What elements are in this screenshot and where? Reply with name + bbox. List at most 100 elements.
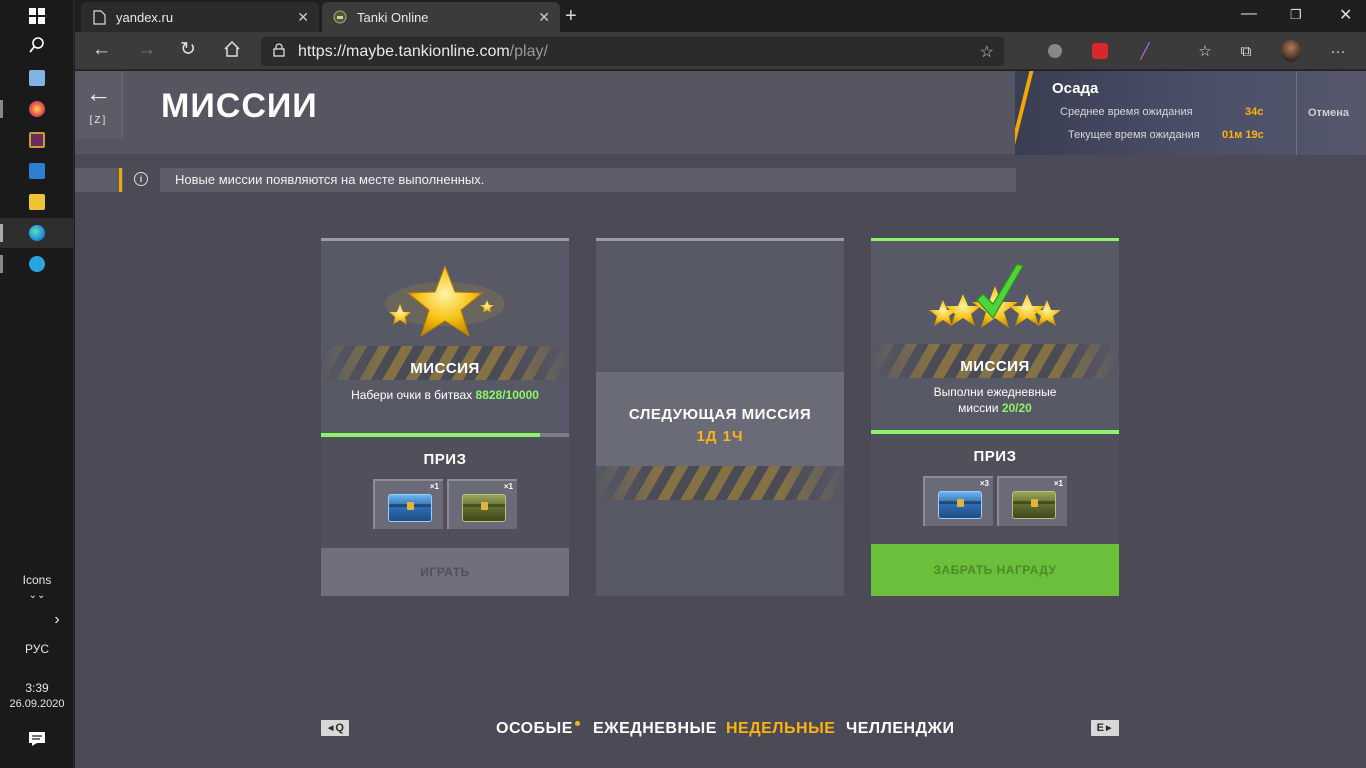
restore-icon[interactable]: ❐ <box>1290 7 1302 23</box>
refresh-icon[interactable]: ↻ <box>180 40 196 60</box>
battle-queue-panel: Осада Среднее время ожидания 34с Текущее… <box>1015 71 1366 155</box>
mission-description: Выполни ежедневные миссии 20/20 <box>871 384 1119 416</box>
extension-pen-icon[interactable]: ╱ <box>1135 41 1155 61</box>
search-icon[interactable] <box>0 30 74 60</box>
queue-cancel-button[interactable]: Отмена <box>1308 107 1349 119</box>
new-indicator-dot <box>574 721 580 726</box>
tab-yandex[interactable]: yandex.ru ✕ <box>81 2 319 32</box>
windows-start-icon[interactable] <box>0 1 74 31</box>
prev-key: Q <box>335 722 344 734</box>
avg-wait-label: Среднее время ожидания <box>1060 106 1193 118</box>
hazard-stripes <box>596 466 844 500</box>
tab-title: Tanki Online <box>357 9 429 25</box>
language-indicator[interactable]: РУС <box>0 642 74 656</box>
next-key: E <box>1096 722 1104 734</box>
paint-icon[interactable] <box>0 94 74 124</box>
tanki-online-icon <box>332 9 348 25</box>
minimize-icon[interactable]: — <box>1241 5 1257 23</box>
clock-time[interactable]: 3:39 <box>0 681 74 695</box>
info-bar: i Новые миссии появляются на месте выпол… <box>75 168 1016 192</box>
avg-wait-value: 34с <box>1245 106 1264 118</box>
back-button[interactable]: ← [Z] <box>75 71 123 139</box>
mission-progress-text: 20/20 <box>1001 401 1032 415</box>
green-container-icon <box>462 494 506 522</box>
mission-description: Набери очки в битвах 8828/10000 <box>321 387 569 403</box>
info-icon: i <box>134 172 148 186</box>
prize-count: ×1 <box>1053 479 1063 488</box>
tab-daily[interactable]: ЕЖЕДНЕВНЫЕ <box>593 720 717 738</box>
media-icon[interactable] <box>0 125 74 155</box>
mission-progress-text: 8828/10000 <box>475 388 539 402</box>
address-bar[interactable]: https://maybe.tankionline.com/play/ ☆ <box>261 37 1004 66</box>
tab-weekly[interactable]: НЕДЕЛЬНЫЕ <box>726 720 835 738</box>
card-top-line <box>321 238 569 241</box>
prev-tab-hotkey[interactable]: ◀ Q <box>321 720 349 736</box>
info-text: Новые миссии появляются на месте выполне… <box>175 172 485 187</box>
prize-green-container[interactable]: ×1 <box>447 479 517 529</box>
claim-reward-button[interactable]: ЗАБРАТЬ НАГРАДУ <box>871 544 1119 596</box>
card-top-line <box>871 238 1119 241</box>
next-mission-card: СЛЕДУЮЩАЯ МИССИЯ 1Д 1Ч <box>596 238 844 596</box>
forward-icon[interactable]: → <box>137 40 156 60</box>
blue-container-icon <box>938 491 982 519</box>
queue-accent-stripe <box>1015 71 1035 155</box>
remote-desktop-icon[interactable] <box>0 156 74 186</box>
tab-special[interactable]: ОСОБЫЕ <box>496 720 580 738</box>
prize-count: ×1 <box>429 482 439 491</box>
browser-toolbar: ← → ↻ https://maybe.tankionline.com/play… <box>75 32 1366 70</box>
prize-title: ПРИЗ <box>423 451 467 468</box>
close-tab-icon[interactable]: ✕ <box>538 9 550 26</box>
prize-count: ×3 <box>979 479 989 488</box>
card-top-line <box>596 238 844 241</box>
chevron-down-icon[interactable]: ⌄⌄ <box>0 590 74 601</box>
play-button[interactable]: ИГРАТЬ <box>321 548 569 596</box>
url-path: /play/ <box>509 42 548 60</box>
prize-blue-container[interactable]: ×3 <box>923 476 993 526</box>
green-container-icon <box>1012 491 1056 519</box>
next-mission-timer: 1Д 1Ч <box>696 428 744 445</box>
notifications-icon[interactable] <box>0 724 74 754</box>
settings-more-icon[interactable]: ··· <box>1328 41 1348 61</box>
blue-container-icon <box>388 494 432 522</box>
tab-challenges[interactable]: ЧЕЛЛЕНДЖИ <box>846 720 954 738</box>
mission-card-active: МИССИЯ Набери очки в битвах 8828/10000 П… <box>321 238 569 596</box>
collections-icon[interactable]: ⧉ <box>1236 41 1256 61</box>
close-window-icon[interactable]: ✕ <box>1339 5 1352 25</box>
windows-taskbar: Icons ⌄⌄ › РУС 3:39 26.09.2020 <box>0 0 74 768</box>
home-icon[interactable] <box>223 40 241 63</box>
profile-avatar[interactable] <box>1281 40 1301 62</box>
queue-mode: Осада <box>1052 80 1099 97</box>
current-wait-value: 01м 19с <box>1222 129 1264 141</box>
telegram-icon[interactable] <box>0 249 74 279</box>
mission-desc-line2-wrap: миссии 20/20 <box>871 400 1119 416</box>
next-tab-hotkey[interactable]: E ▶ <box>1091 720 1119 736</box>
clock-date[interactable]: 26.09.2020 <box>0 698 74 710</box>
mission-title: МИССИЯ <box>960 358 1030 375</box>
back-icon[interactable]: ← <box>92 40 111 60</box>
favorite-star-icon[interactable]: ☆ <box>980 42 994 62</box>
url-host: https://maybe.tankionline.com <box>298 42 510 60</box>
new-tab-icon[interactable]: + <box>565 5 577 28</box>
back-arrow-icon: ← <box>85 78 112 108</box>
prize-green-container[interactable]: ×1 <box>997 476 1067 526</box>
favorites-icon[interactable]: ☆ <box>1195 41 1215 61</box>
mission-desc-text: Набери очки в битвах <box>351 388 473 402</box>
tab-tanki-online[interactable]: Tanki Online ✕ <box>322 2 560 32</box>
extension-red-icon[interactable] <box>1090 41 1110 61</box>
star-icon <box>385 264 505 338</box>
mission-title: МИССИЯ <box>410 360 480 377</box>
extension-tank-icon[interactable] <box>1045 41 1065 61</box>
edge-icon[interactable] <box>0 218 74 248</box>
prize-count: ×1 <box>503 482 513 491</box>
prize-title: ПРИЗ <box>973 448 1017 465</box>
prize-blue-container[interactable]: ×1 <box>373 479 443 529</box>
file-explorer-icon[interactable] <box>0 187 74 217</box>
icons-label[interactable]: Icons <box>0 573 74 587</box>
back-hotkey: [Z] <box>89 115 108 126</box>
mission-desc-line2: миссии <box>958 401 999 415</box>
page-title: МИССИИ <box>161 87 318 125</box>
notepad-icon[interactable] <box>0 63 74 93</box>
mission-card-completed: МИССИЯ Выполни ежедневные миссии 20/20 П… <box>871 238 1119 596</box>
lock-icon[interactable] <box>273 43 285 60</box>
close-tab-icon[interactable]: ✕ <box>297 9 309 26</box>
